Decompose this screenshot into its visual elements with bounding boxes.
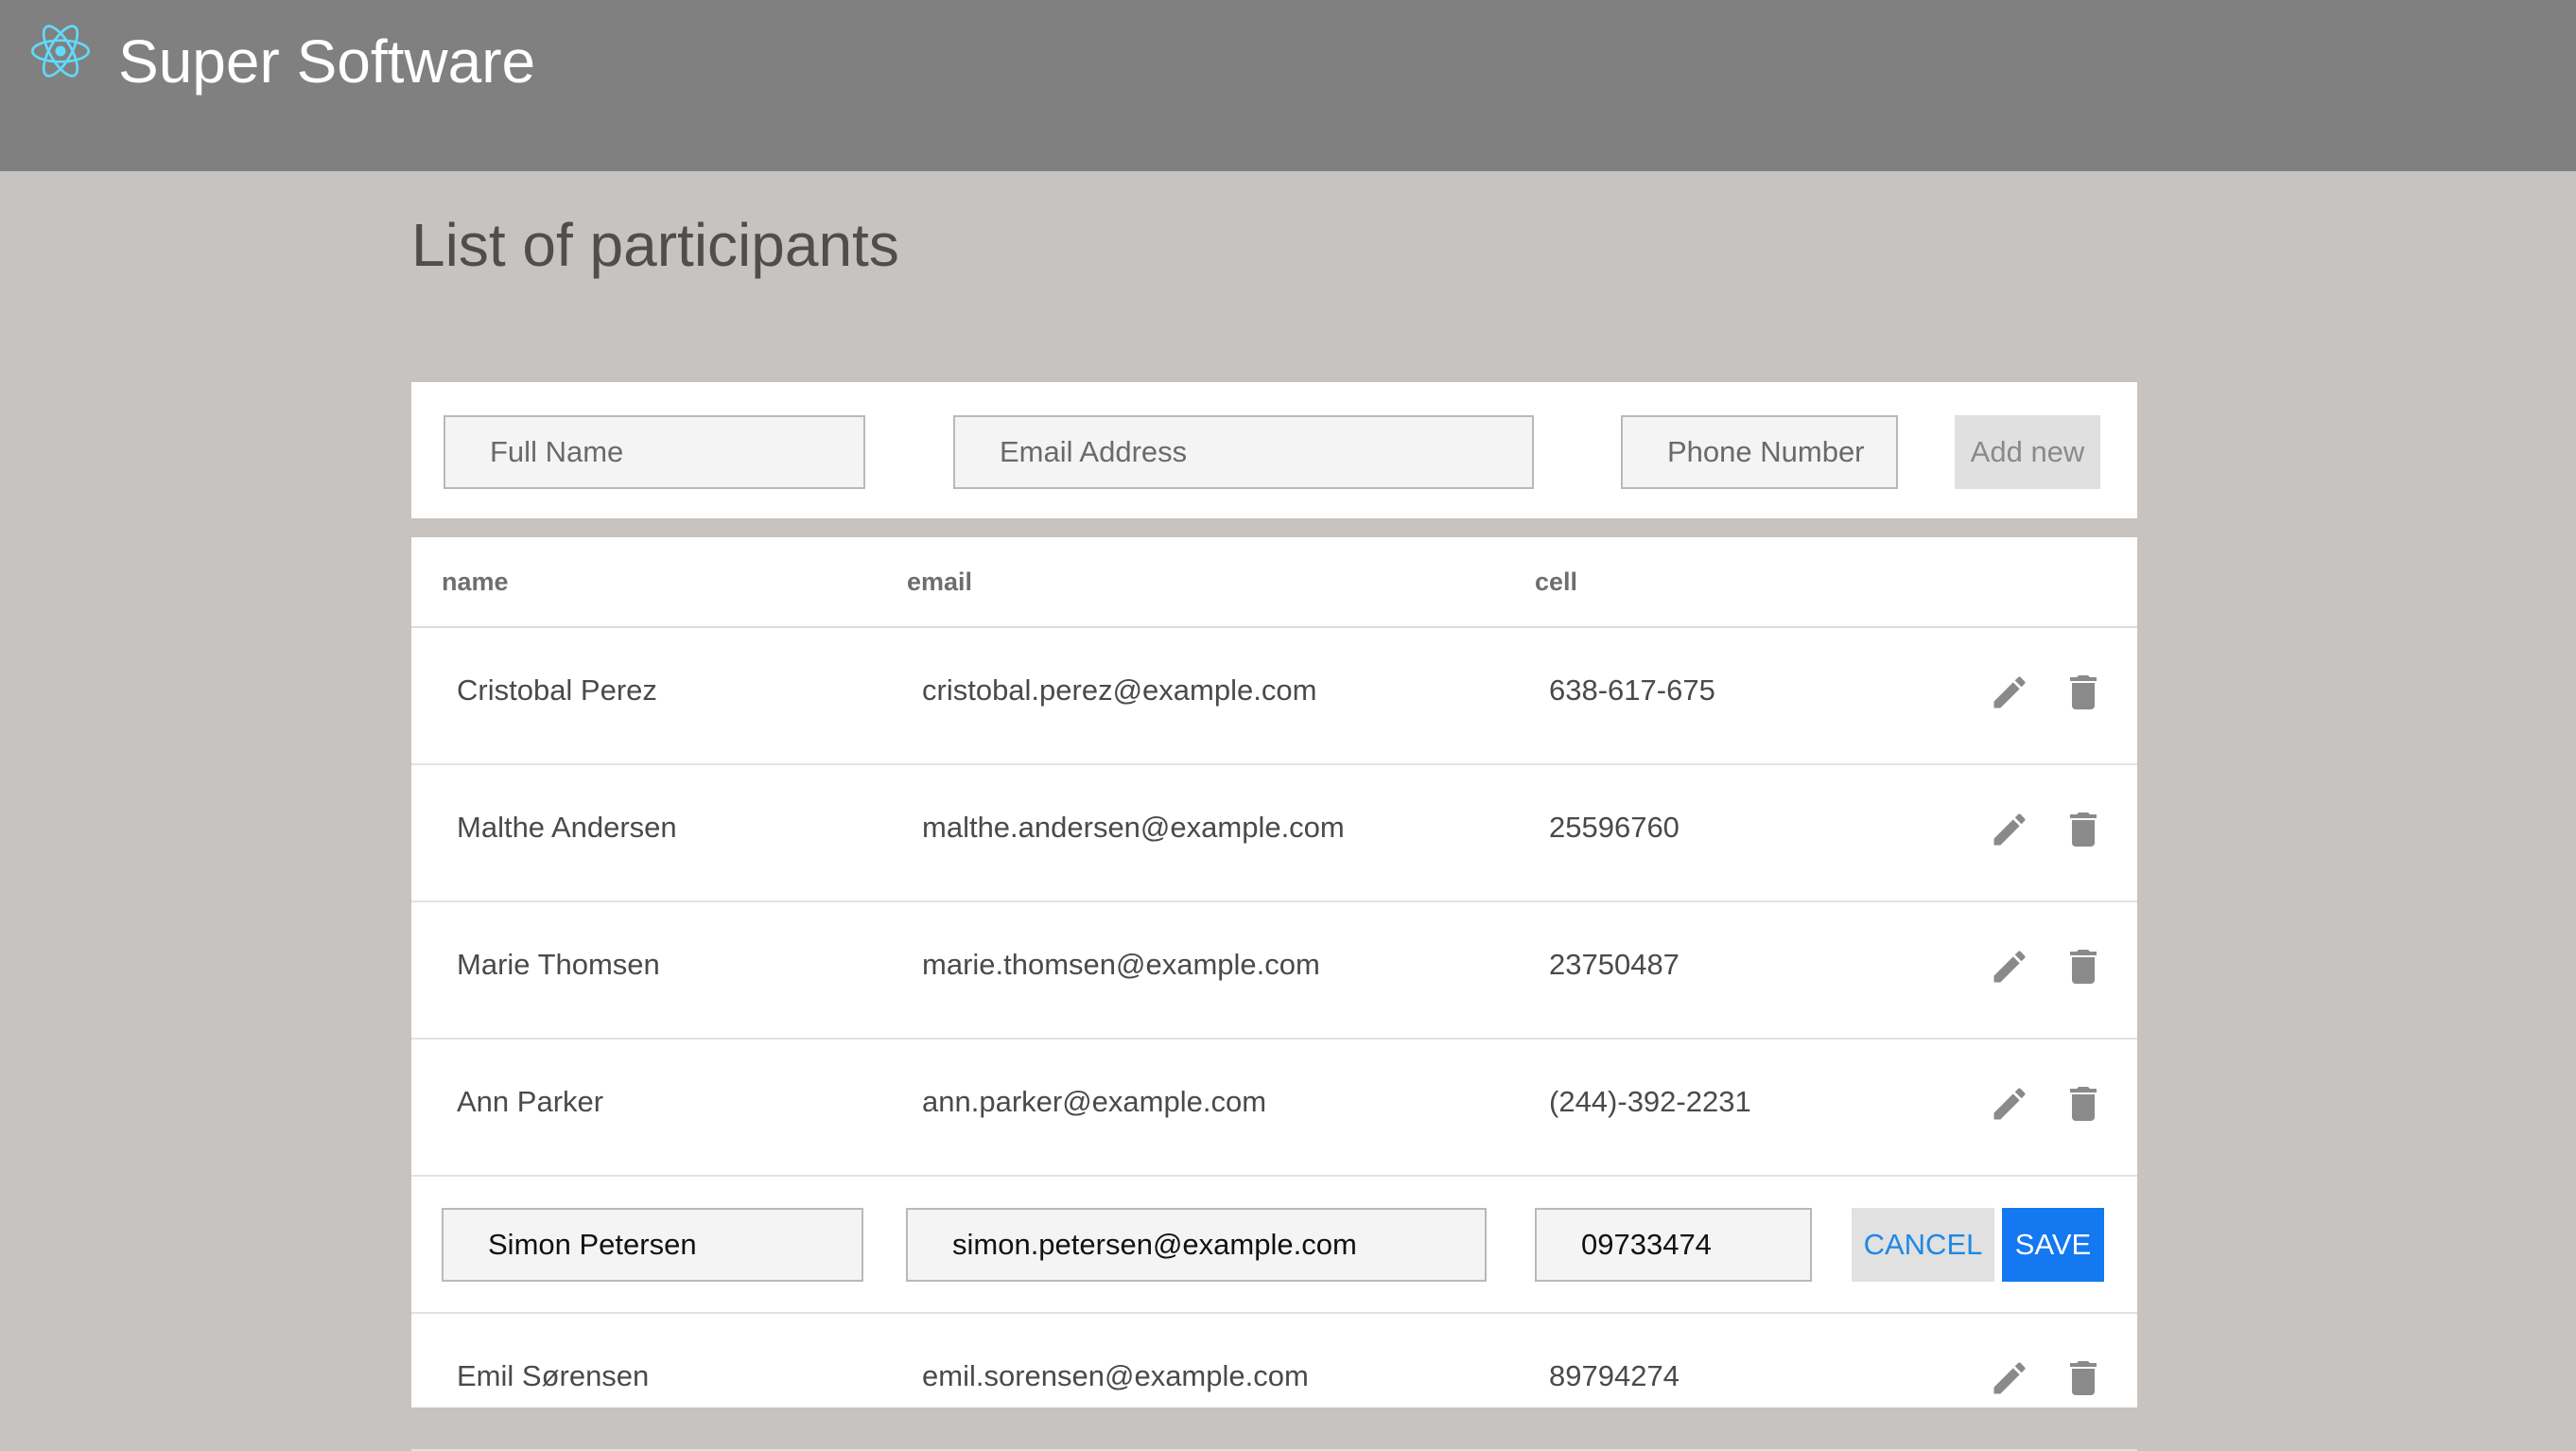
pencil-icon[interactable] [1989, 1083, 2030, 1125]
table-row: Ann Parker ann.parker@example.com (244)-… [411, 1040, 2137, 1177]
email-address-input[interactable] [953, 415, 1534, 489]
edit-name-input[interactable] [442, 1208, 863, 1282]
save-button[interactable]: SAVE [2002, 1208, 2104, 1282]
page-title: List of participants [411, 211, 899, 279]
pencil-icon[interactable] [1989, 809, 2030, 850]
participants-table: name email cell Cristobal Perez cristoba… [411, 537, 2137, 1451]
trash-icon[interactable] [2061, 942, 2106, 991]
participant-name: Cristobal Perez [457, 673, 657, 707]
participant-cell: 23750487 [1549, 948, 1680, 981]
table-row: Emil Sørensen emil.sorensen@example.com … [411, 1314, 2137, 1451]
participant-cell: (244)-392-2231 [1549, 1085, 1751, 1118]
edit-cell-input[interactable] [1535, 1208, 1812, 1282]
edit-email-input[interactable] [906, 1208, 1487, 1282]
trash-icon[interactable] [2061, 1354, 2106, 1403]
pencil-icon[interactable] [1989, 1357, 2030, 1399]
participant-name: Malthe Andersen [457, 811, 677, 844]
react-atom-icon [31, 25, 90, 78]
pencil-icon[interactable] [1989, 946, 2030, 988]
participant-email: cristobal.perez@example.com [922, 673, 1317, 707]
trash-icon[interactable] [2061, 668, 2106, 717]
participant-email: marie.thomsen@example.com [922, 948, 1320, 981]
participant-cell: 25596760 [1549, 811, 1680, 844]
participant-name: Marie Thomsen [457, 948, 660, 981]
column-header-name[interactable]: name [442, 568, 509, 597]
trash-icon[interactable] [2061, 1079, 2106, 1128]
table-header: name email cell [411, 537, 2137, 628]
table-row: Malthe Andersen malthe.andersen@example.… [411, 765, 2137, 902]
add-new-button[interactable]: Add new [1955, 415, 2100, 489]
app-bar: Super Software [0, 0, 2576, 171]
column-header-cell[interactable]: cell [1535, 568, 1577, 597]
participant-cell: 638-617-675 [1549, 673, 1715, 707]
pencil-icon[interactable] [1989, 672, 2030, 713]
table-row: Marie Thomsen marie.thomsen@example.com … [411, 902, 2137, 1040]
full-name-input[interactable] [444, 415, 865, 489]
add-participant-form: Add new [411, 382, 2137, 518]
participant-cell: 89794274 [1549, 1359, 1680, 1392]
table-row-editing: CANCEL SAVE [411, 1177, 2137, 1314]
column-header-email[interactable]: email [907, 568, 972, 597]
trash-icon[interactable] [2061, 805, 2106, 854]
participant-email: ann.parker@example.com [922, 1085, 1267, 1118]
participant-name: Ann Parker [457, 1085, 604, 1118]
app-title: Super Software [118, 27, 536, 96]
table-row: Cristobal Perez cristobal.perez@example.… [411, 628, 2137, 765]
cancel-button[interactable]: CANCEL [1852, 1208, 1994, 1282]
phone-number-input[interactable] [1621, 415, 1898, 489]
participant-email: malthe.andersen@example.com [922, 811, 1345, 844]
participant-email: emil.sorensen@example.com [922, 1359, 1309, 1392]
participant-name: Emil Sørensen [457, 1359, 650, 1392]
